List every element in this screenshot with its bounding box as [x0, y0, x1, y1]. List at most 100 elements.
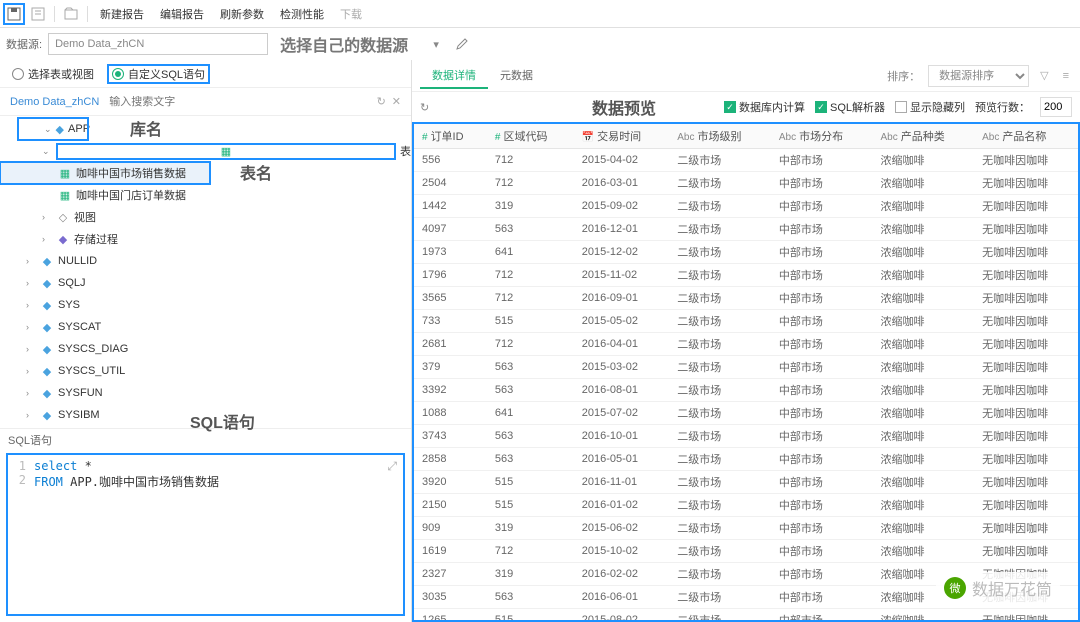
column-header[interactable]: Abc市场级别: [669, 124, 771, 149]
filter-icon[interactable]: ▽: [1037, 69, 1051, 82]
cell: 2327: [414, 563, 487, 586]
procs-node[interactable]: › ◆ 存储过程: [0, 228, 411, 250]
table-row[interactable]: 19736412015-12-02二级市场中部市场浓缩咖啡无咖啡因咖啡: [414, 241, 1078, 264]
node-label: 表: [400, 143, 411, 159]
column-header[interactable]: 📅交易时间: [574, 124, 670, 149]
cell: 浓缩咖啡: [872, 287, 974, 310]
cell: 712: [487, 172, 574, 195]
db-node[interactable]: ›◆SYSCS_DIAG: [0, 338, 411, 360]
sql-editor[interactable]: ⤢ 1select * 2FROM APP.咖啡中国市场销售数据: [6, 453, 405, 616]
table-row[interactable]: 14423192015-09-02二级市场中部市场浓缩咖啡无咖啡因咖啡: [414, 195, 1078, 218]
tables-node[interactable]: ⌄ ▦ 表: [0, 140, 411, 162]
open-icon[interactable]: [61, 4, 81, 24]
datasource-input[interactable]: [48, 33, 268, 55]
sort-select[interactable]: 数据源排序: [928, 65, 1029, 87]
table-row[interactable]: 9093192015-06-02二级市场中部市场浓缩咖啡无咖啡因咖啡: [414, 517, 1078, 540]
cell: 中部市场: [771, 379, 873, 402]
refresh-icon[interactable]: ↻: [420, 101, 429, 114]
dropdown-icon[interactable]: ▾: [426, 34, 446, 54]
column-header[interactable]: Abc产品名称: [974, 124, 1078, 149]
table-row[interactable]: 33925632016-08-01二级市场中部市场浓缩咖啡无咖啡因咖啡: [414, 379, 1078, 402]
column-header[interactable]: #区域代码: [487, 124, 574, 149]
tab-data-detail[interactable]: 数据详情: [420, 63, 488, 89]
table-sales[interactable]: ▦ 咖啡中国市场销售数据: [0, 162, 210, 184]
cell: 2016-11-01: [574, 471, 670, 494]
table-row[interactable]: 17967122015-11-02二级市场中部市场浓缩咖啡无咖啡因咖啡: [414, 264, 1078, 287]
breadcrumb[interactable]: Demo Data_zhCN: [10, 96, 99, 108]
column-header[interactable]: Abc产品种类: [872, 124, 974, 149]
cell: 无咖啡因咖啡: [974, 402, 1078, 425]
cell: 3035: [414, 586, 487, 609]
data-grid[interactable]: #订单ID#区域代码📅交易时间Abc市场级别Abc市场分布Abc产品种类Abc产…: [412, 122, 1080, 622]
sql-keyword: FROM: [34, 475, 63, 489]
db-node[interactable]: ›◆SYSFUN: [0, 382, 411, 404]
edit-report-button[interactable]: 编辑报告: [154, 3, 210, 25]
clear-search-icon[interactable]: ✕: [392, 95, 401, 108]
columns-icon[interactable]: ≡: [1060, 70, 1072, 82]
checkbox-on-icon: ✓: [815, 101, 827, 113]
table-row[interactable]: 16197122015-10-02二级市场中部市场浓缩咖啡无咖啡因咖啡: [414, 540, 1078, 563]
expand-icon[interactable]: ⤢: [387, 459, 397, 474]
chk-label: SQL解析器: [830, 99, 885, 115]
cell: 2016-08-01: [574, 379, 670, 402]
column-header[interactable]: #订单ID: [414, 124, 487, 149]
cell: 二级市场: [669, 241, 771, 264]
table-row[interactable]: 21505152016-01-02二级市场中部市场浓缩咖啡无咖啡因咖啡: [414, 494, 1078, 517]
chk-db-compute[interactable]: ✓数据库内计算: [724, 99, 805, 115]
option-select-table[interactable]: 选择表或视图: [12, 66, 94, 82]
chk-show-hidden[interactable]: ✓显示隐藏列: [895, 99, 965, 115]
tab-metadata[interactable]: 元数据: [488, 63, 545, 89]
db-node[interactable]: ›◆SQLJ: [0, 272, 411, 294]
table-row[interactable]: 5567122015-04-02二级市场中部市场浓缩咖啡无咖啡因咖啡: [414, 149, 1078, 172]
table-row[interactable]: 12655152015-08-02二级市场中部市场浓缩咖啡无咖啡因咖啡: [414, 609, 1078, 622]
cell: 中部市场: [771, 195, 873, 218]
caret-right-icon: ›: [42, 212, 52, 222]
option-custom-sql[interactable]: 自定义SQL语句: [108, 65, 209, 83]
table-row[interactable]: 37435632016-10-01二级市场中部市场浓缩咖啡无咖啡因咖啡: [414, 425, 1078, 448]
chk-label: 显示隐藏列: [910, 99, 965, 115]
db-node[interactable]: ›◆NULLID: [0, 250, 411, 272]
table-row[interactable]: 35657122016-09-01二级市场中部市场浓缩咖啡无咖啡因咖啡: [414, 287, 1078, 310]
refresh-tree-icon[interactable]: ↻: [377, 95, 386, 108]
save-icon[interactable]: [4, 4, 24, 24]
table-row[interactable]: 28585632016-05-01二级市场中部市场浓缩咖啡无咖啡因咖啡: [414, 448, 1078, 471]
db-node-app[interactable]: ⌄ ◆ APP: [18, 118, 88, 140]
column-label: 产品名称: [1002, 131, 1046, 143]
cell: 无咖啡因咖啡: [974, 195, 1078, 218]
preview-rows-input[interactable]: [1040, 97, 1072, 117]
cell: 二级市场: [669, 149, 771, 172]
refresh-params-button[interactable]: 刷新参数: [214, 3, 270, 25]
db-node[interactable]: ›◆SYSCAT: [0, 316, 411, 338]
chk-sql-parser[interactable]: ✓SQL解析器: [815, 99, 885, 115]
db-node[interactable]: ›◆SYSCS_UTIL: [0, 360, 411, 382]
column-label: 市场级别: [698, 131, 742, 143]
save-as-icon[interactable]: [28, 4, 48, 24]
cell: 319: [487, 517, 574, 540]
cell: 二级市场: [669, 287, 771, 310]
cell: 中部市场: [771, 310, 873, 333]
cell: 无咖啡因咖啡: [974, 356, 1078, 379]
column-header[interactable]: Abc市场分布: [771, 124, 873, 149]
new-report-button[interactable]: 新建报告: [94, 3, 150, 25]
table-row[interactable]: 7335152015-05-02二级市场中部市场浓缩咖啡无咖啡因咖啡: [414, 310, 1078, 333]
cell: 712: [487, 333, 574, 356]
table-row[interactable]: 25047122016-03-01二级市场中部市场浓缩咖啡无咖啡因咖啡: [414, 172, 1078, 195]
views-node[interactable]: › ◇ 视图: [0, 206, 411, 228]
grid-header-row: #订单ID#区域代码📅交易时间Abc市场级别Abc市场分布Abc产品种类Abc产…: [414, 124, 1078, 149]
table-row[interactable]: 3795632015-03-02二级市场中部市场浓缩咖啡无咖啡因咖啡: [414, 356, 1078, 379]
tree-search-input[interactable]: [105, 96, 370, 108]
node-label: 视图: [74, 209, 96, 225]
table-row[interactable]: 39205152016-11-01二级市场中部市场浓缩咖啡无咖啡因咖啡: [414, 471, 1078, 494]
table-orders[interactable]: ▦ 咖啡中国门店订单数据: [0, 184, 411, 206]
table-row[interactable]: 10886412015-07-02二级市场中部市场浓缩咖啡无咖啡因咖啡: [414, 402, 1078, 425]
table-row[interactable]: 40975632016-12-01二级市场中部市场浓缩咖啡无咖啡因咖啡: [414, 218, 1078, 241]
detect-performance-button[interactable]: 检测性能: [274, 3, 330, 25]
edit-datasource-icon[interactable]: [452, 34, 472, 54]
cell: 2016-12-01: [574, 218, 670, 241]
db-node[interactable]: ›◆SYS: [0, 294, 411, 316]
cell: 中部市场: [771, 586, 873, 609]
cell: 浓缩咖啡: [872, 609, 974, 622]
table-row[interactable]: 26817122016-04-01二级市场中部市场浓缩咖啡无咖啡因咖啡: [414, 333, 1078, 356]
cell: 1265: [414, 609, 487, 622]
cell: 二级市场: [669, 264, 771, 287]
